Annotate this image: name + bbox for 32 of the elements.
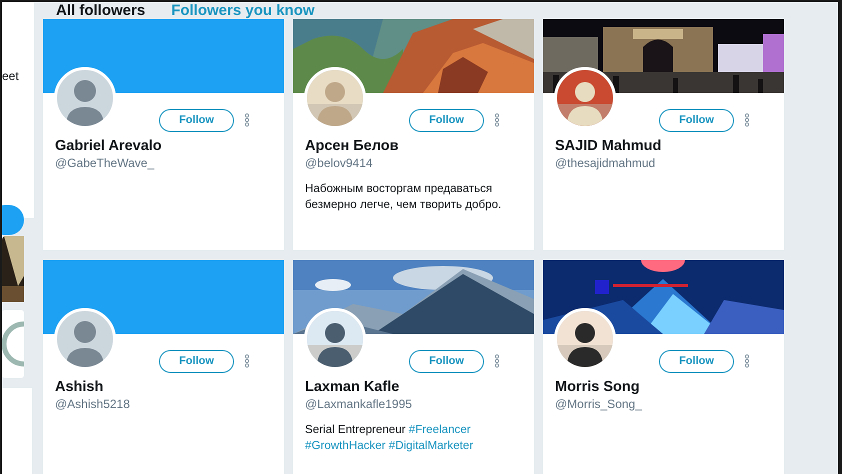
tab[interactable]: All followers: [56, 2, 146, 19]
user-handle: @belov9414: [305, 156, 374, 170]
user-handle: @thesajidmahmud: [555, 156, 656, 170]
user-handle: @GabeTheWave_: [55, 156, 156, 170]
more-options-icon[interactable]: [494, 113, 500, 127]
display-name: Gabriel Arevalo: [55, 138, 163, 154]
more-options-icon[interactable]: [744, 354, 750, 368]
user-handle: @Laxmankafle1995: [305, 397, 413, 411]
follow-button[interactable]: Follow: [409, 350, 484, 372]
display-name: Laxman Kafle: [305, 379, 400, 395]
more-options-icon[interactable]: [494, 354, 500, 368]
user-handle: @Morris_Song_: [555, 397, 643, 411]
bio-text: Набожным восторгам предаваться безмерно легче, чем творить добро.: [305, 181, 502, 213]
display-name: Арсен Белов: [305, 138, 400, 154]
follow-button[interactable]: Follow: [659, 350, 734, 372]
hashtag-link[interactable]: #GrowthHacker: [305, 439, 386, 452]
display-name: Ashish: [55, 379, 104, 395]
more-options-icon[interactable]: [244, 113, 250, 127]
menu-label[interactable]: eet: [2, 69, 19, 83]
hashtag-link[interactable]: #DigitalMarketer: [388, 439, 474, 452]
follow-button[interactable]: Follow: [159, 108, 234, 132]
display-name: SAJID Mahmud: [555, 138, 662, 154]
display-name: Morris Song: [555, 379, 641, 395]
follow-button[interactable]: Follow: [409, 108, 484, 132]
hashtag-link[interactable]: #Freelancer: [408, 423, 471, 436]
user-handle: @Ashish5218: [55, 397, 131, 411]
tab[interactable]: Followers you know: [171, 2, 315, 19]
more-options-icon[interactable]: [244, 354, 250, 368]
follow-button[interactable]: Follow: [159, 350, 234, 372]
bio-text: Serial Entrepreneur #Freelancer #GrowthHacker #DigitalMarketer: [305, 422, 474, 454]
follow-button[interactable]: Follow: [659, 108, 734, 132]
more-options-icon[interactable]: [744, 113, 750, 127]
